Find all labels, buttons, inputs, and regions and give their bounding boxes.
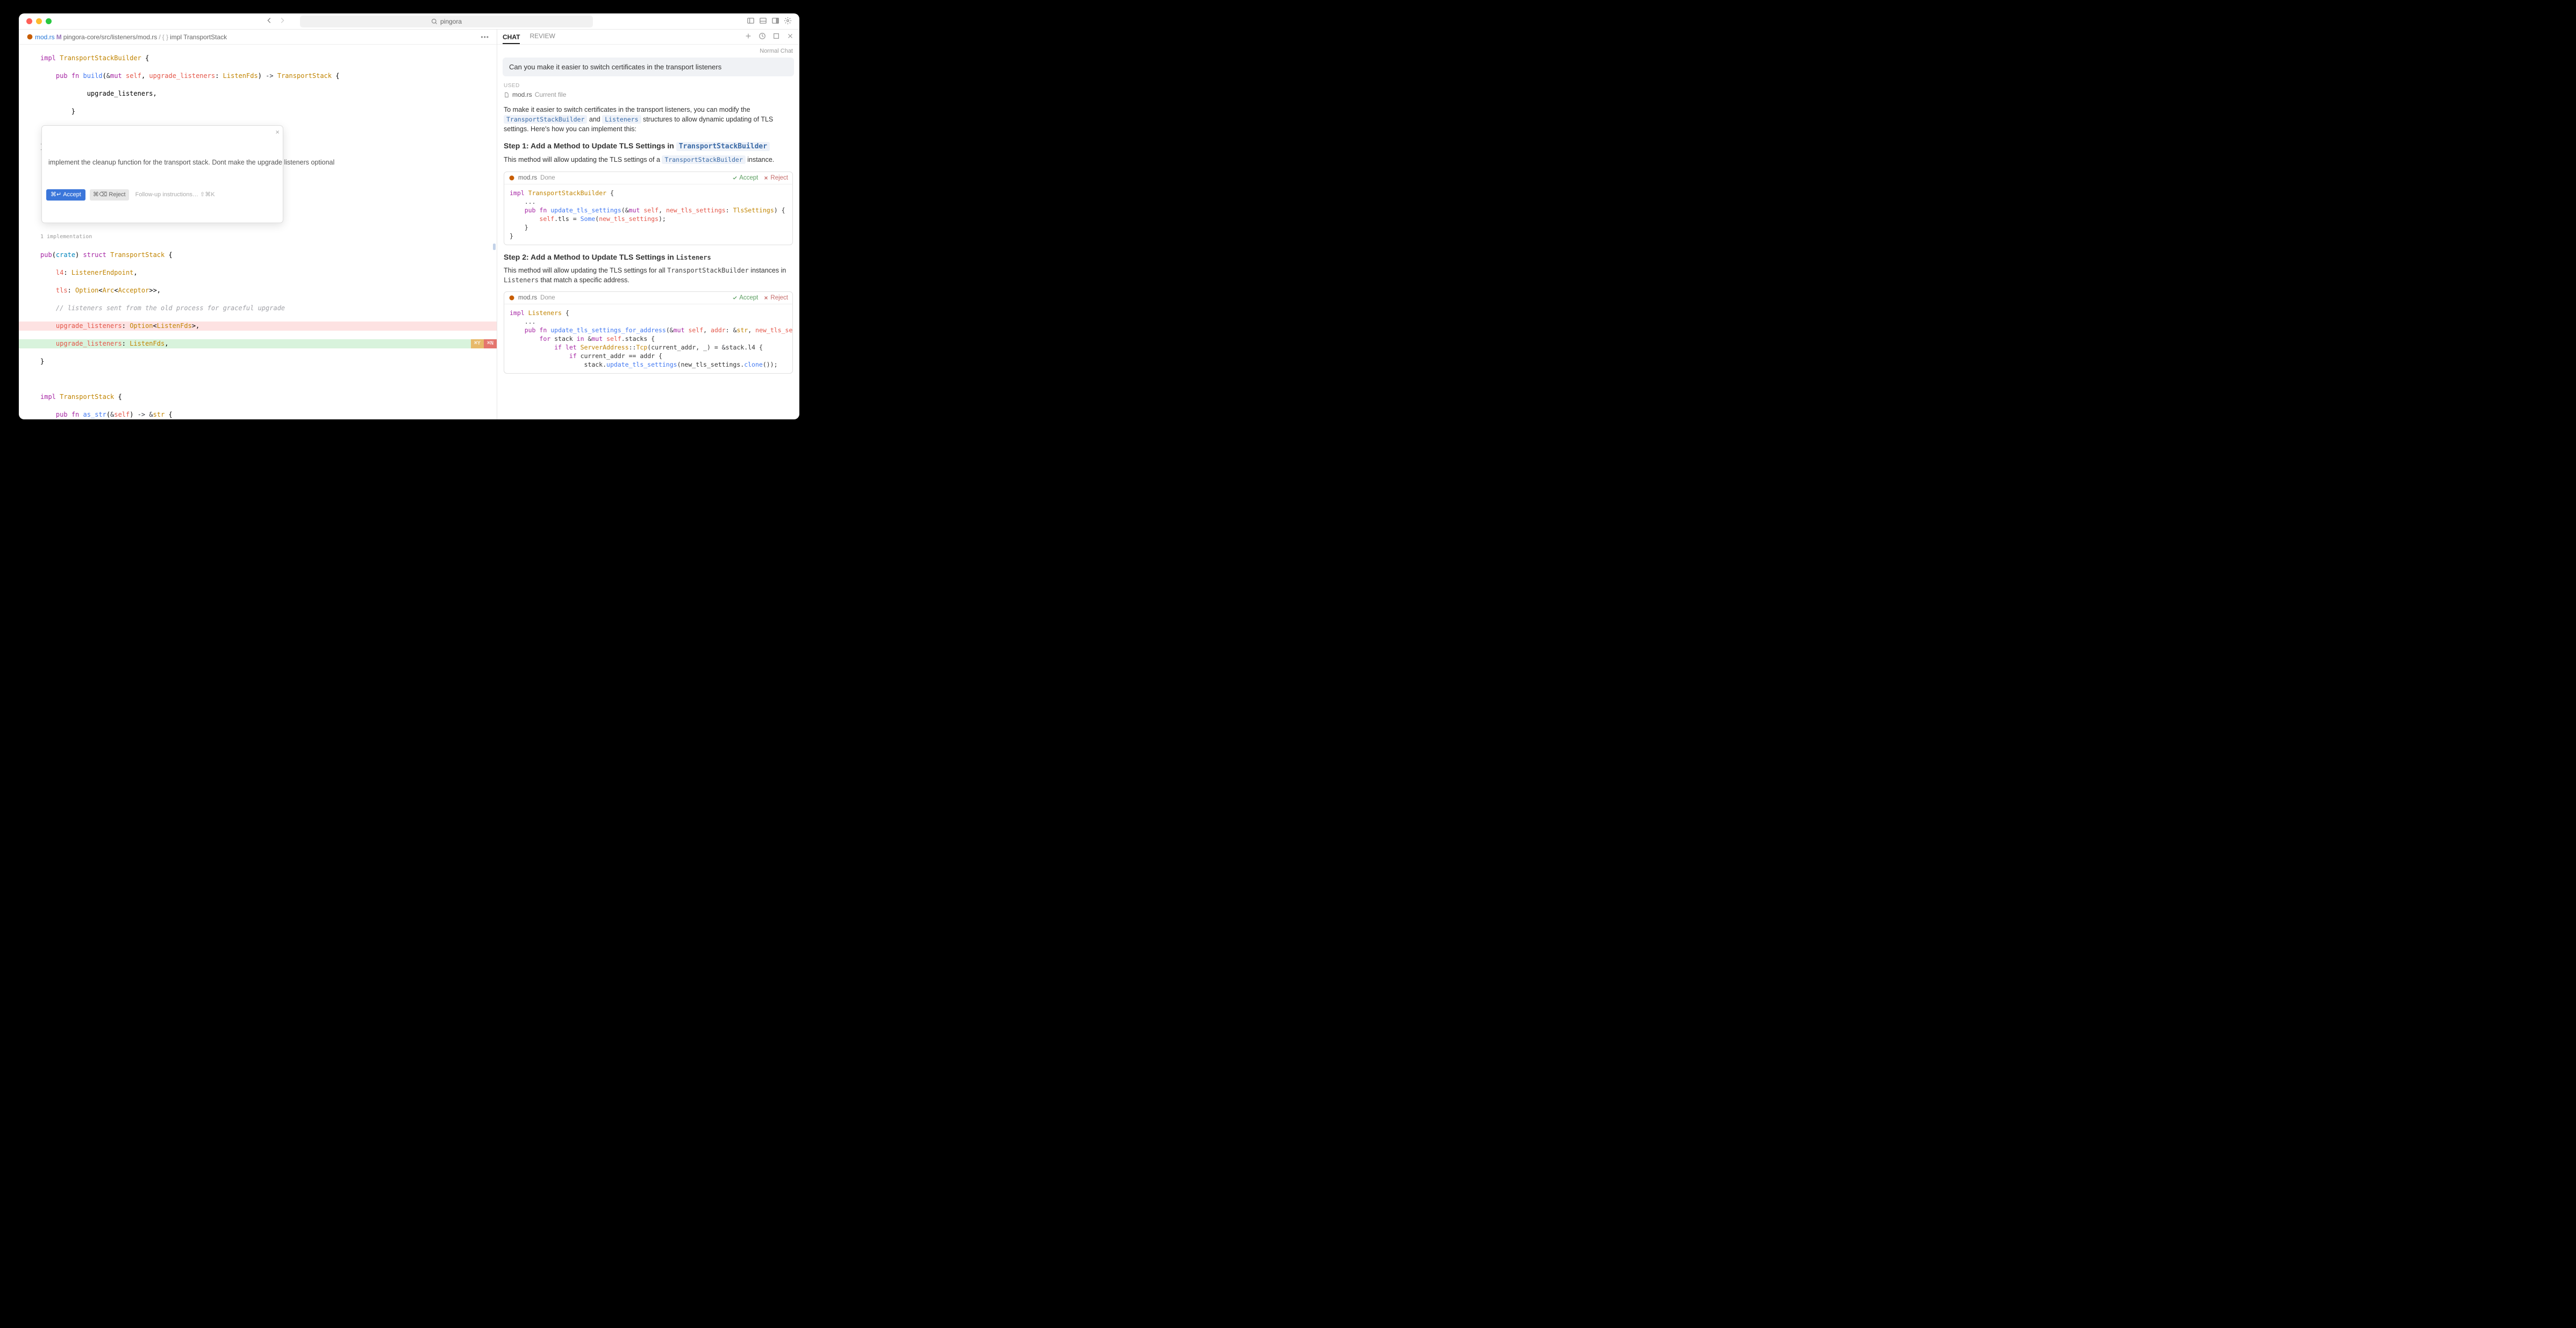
history-icon[interactable] xyxy=(759,32,766,41)
chat-user-message: Can you make it easier to switch certifi… xyxy=(503,58,794,76)
chat-tabs: CHAT REVIEW xyxy=(497,30,799,45)
panel-left-icon[interactable] xyxy=(747,17,755,26)
minimap[interactable] xyxy=(489,45,497,419)
code-block-2: mod.rs Done Accept Reject impl Listeners… xyxy=(504,291,793,374)
tab-review[interactable]: REVIEW xyxy=(529,32,555,42)
search-input[interactable]: pingora xyxy=(300,16,593,27)
main-body: mod.rs M pingora-core/src/listeners/mod.… xyxy=(19,30,799,419)
maximize-window-button[interactable] xyxy=(46,18,52,24)
step-2-desc: This method will allow updating the TLS … xyxy=(504,266,793,285)
context-file-chip[interactable]: mod.rs Current file xyxy=(504,91,793,98)
minimize-window-button[interactable] xyxy=(36,18,42,24)
code-block-header: mod.rs Done Accept Reject xyxy=(504,172,792,184)
panel-right-icon[interactable] xyxy=(771,17,779,26)
close-window-button[interactable] xyxy=(26,18,32,24)
nav-forward-button[interactable] xyxy=(278,17,286,26)
app-window: pingora mod.rs M pingora-core/src/listen… xyxy=(19,13,799,419)
step-2-heading: Step 2: Add a Method to Update TLS Setti… xyxy=(504,253,793,261)
chat-paragraph: To make it easier to switch certificates… xyxy=(504,105,793,134)
used-label: USED xyxy=(504,83,793,89)
new-chat-icon[interactable] xyxy=(745,32,752,41)
step-1-desc: This method will allow updating the TLS … xyxy=(504,155,793,165)
implementation-count[interactable]: 1 implementation xyxy=(19,233,497,242)
modified-badge: M xyxy=(56,33,62,41)
search-icon xyxy=(431,18,438,25)
code-block-body[interactable]: impl Listeners { ... pub fn update_tls_s… xyxy=(504,304,792,373)
editor-pane: mod.rs M pingora-core/src/listeners/mod.… xyxy=(19,30,497,419)
rust-file-icon xyxy=(509,295,515,301)
close-chat-icon[interactable] xyxy=(786,32,794,41)
breadcrumb-filename[interactable]: mod.rs xyxy=(35,33,55,41)
chat-pane: CHAT REVIEW Normal Chat Can you make it … xyxy=(497,30,799,419)
breadcrumb-bar: mod.rs M pingora-core/src/listeners/mod.… xyxy=(19,30,497,45)
expand-icon[interactable] xyxy=(772,32,780,41)
window-controls xyxy=(26,18,52,24)
breadcrumb-path[interactable]: pingora-core/src/listeners/mod.rs xyxy=(63,33,158,41)
close-icon[interactable]: × xyxy=(275,128,280,137)
settings-gear-icon[interactable] xyxy=(784,17,792,26)
more-actions-icon[interactable]: ••• xyxy=(481,33,489,41)
panel-bottom-icon[interactable] xyxy=(759,17,767,26)
code-block-1: mod.rs Done Accept Reject impl Transport… xyxy=(504,172,793,245)
titlebar-right-icons xyxy=(747,17,792,26)
inline-suggestion-popup: × implement the cleanup function for the… xyxy=(41,125,283,223)
code-reject-button[interactable]: Reject xyxy=(763,295,788,301)
titlebar: pingora xyxy=(19,13,799,30)
chat-mode-label[interactable]: Normal Chat xyxy=(497,45,799,58)
code-block-body[interactable]: impl TransportStackBuilder { ... pub fn … xyxy=(504,184,792,245)
code-accept-button[interactable]: Accept xyxy=(732,295,758,301)
tab-chat[interactable]: CHAT xyxy=(503,33,520,44)
breadcrumb-symbol[interactable]: impl TransportStack xyxy=(170,33,227,41)
accept-button[interactable]: ⌘↵ Accept xyxy=(46,189,85,201)
code-reject-button[interactable]: Reject xyxy=(763,175,788,181)
nav-arrows xyxy=(266,17,286,26)
rust-file-icon xyxy=(509,175,515,181)
suggestion-text: implement the cleanup function for the t… xyxy=(46,157,278,172)
file-icon xyxy=(504,92,510,98)
rust-file-icon xyxy=(26,33,33,40)
minimap-thumb[interactable] xyxy=(493,244,496,250)
code-editor[interactable]: impl TransportStackBuilder { pub fn buil… xyxy=(19,45,497,419)
followup-input[interactable]: Follow-up instructions… ⇧⌘K xyxy=(135,190,215,199)
code-accept-button[interactable]: Accept xyxy=(732,175,758,181)
accept-diff-button[interactable]: ⌘Y xyxy=(471,339,484,348)
code-block-header: mod.rs Done Accept Reject xyxy=(504,292,792,304)
search-text: pingora xyxy=(440,18,462,25)
nav-back-button[interactable] xyxy=(266,17,273,26)
step-1-heading: Step 1: Add a Method to Update TLS Setti… xyxy=(504,141,793,151)
chat-response: USED mod.rs Current file To make it easi… xyxy=(497,83,799,419)
reject-button[interactable]: ⌘⌫ Reject xyxy=(90,189,129,201)
